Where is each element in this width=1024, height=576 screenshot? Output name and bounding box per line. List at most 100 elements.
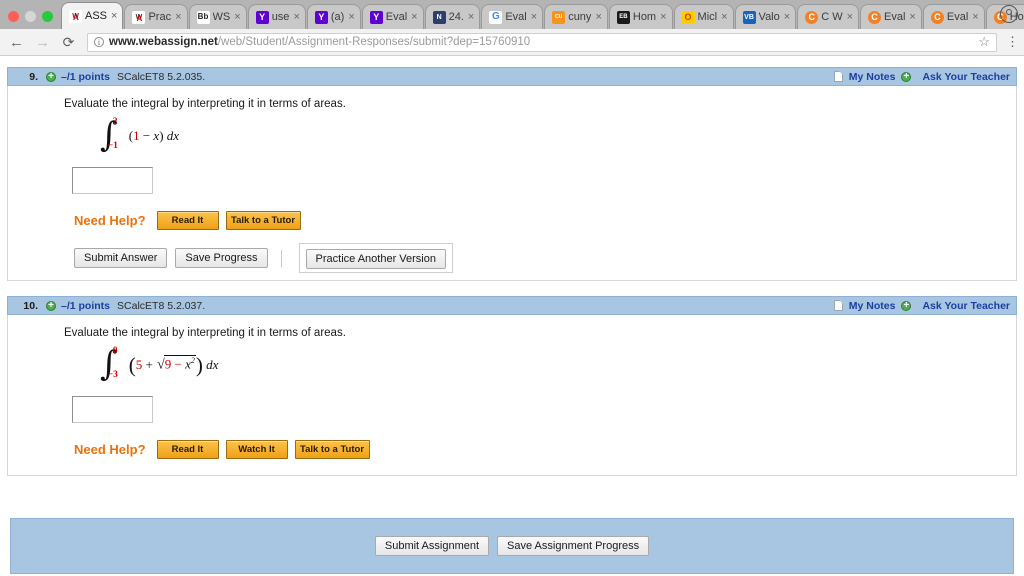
question-code: SCalcET8 5.2.035. xyxy=(117,70,206,83)
paren-open: ( xyxy=(128,352,136,377)
dark-site-icon: EB xyxy=(616,10,630,24)
answer-input-9[interactable] xyxy=(72,167,153,194)
url-path: /web/Student/Assignment-Responses/submit… xyxy=(217,36,531,48)
question-number: 9. xyxy=(29,70,38,83)
tab-close-icon[interactable]: × xyxy=(595,11,601,23)
browser-tab-cuny[interactable]: CU cuny × xyxy=(544,4,608,29)
answer-input-10[interactable] xyxy=(72,396,153,423)
window-controls xyxy=(6,11,61,29)
differential: dx xyxy=(166,128,180,143)
watch-it-button[interactable]: Watch It xyxy=(225,440,288,459)
browser-tab-valore[interactable]: VB Valo × xyxy=(734,4,797,29)
tab-close-icon[interactable]: × xyxy=(175,11,181,23)
need-help-row-9: Need Help? Read It Talk to a Tutor xyxy=(74,211,1016,230)
save-assignment-progress-button[interactable]: Save Assignment Progress xyxy=(497,536,650,556)
integral-lower-limit: −3 xyxy=(107,370,118,380)
browser-tab-yahoo-2[interactable]: Y (a) × xyxy=(306,4,361,29)
tab-title: Prac xyxy=(148,11,172,23)
browser-tab-blackboard[interactable]: Bb WS × xyxy=(188,4,247,29)
tab-title: C W xyxy=(821,11,843,23)
bookmark-star-icon[interactable]: ☆ xyxy=(978,34,990,50)
minimize-window-button[interactable] xyxy=(25,11,36,22)
question-spacer xyxy=(0,281,1024,296)
browser-tab-chegg-1[interactable]: C C W × xyxy=(797,4,860,29)
tab-title: Valo xyxy=(758,11,780,23)
browser-tab-numerade[interactable]: N 24. × xyxy=(424,4,481,29)
ask-your-teacher-link[interactable]: Ask Your Teacher xyxy=(922,300,1010,312)
back-icon[interactable]: ← xyxy=(8,35,25,50)
tab-title: Eval xyxy=(385,11,408,23)
url-domain: www.webassign.net xyxy=(109,36,218,48)
save-progress-button[interactable]: Save Progress xyxy=(175,248,268,268)
browser-tab-chegg-3[interactable]: C Eval × xyxy=(922,4,985,29)
browser-tab-google[interactable]: G Eval × xyxy=(481,4,544,29)
address-bar-url: www.webassign.net/web/Student/Assignment… xyxy=(109,36,530,48)
browser-tab-yahoo-1[interactable]: Y use × xyxy=(247,4,306,29)
paren-close: ) xyxy=(159,128,164,143)
notes-page-icon[interactable] xyxy=(833,71,843,82)
my-notes-link[interactable]: My Notes xyxy=(849,71,896,83)
submit-assignment-button[interactable]: Submit Assignment xyxy=(374,536,490,556)
talk-to-a-tutor-button[interactable]: Talk to a Tutor xyxy=(225,211,301,230)
tab-close-icon[interactable]: × xyxy=(293,11,299,23)
browser-tab-practice[interactable]: W Prac × xyxy=(124,4,188,29)
tab-close-icon[interactable]: × xyxy=(468,11,474,23)
tab-close-icon[interactable]: × xyxy=(909,11,915,23)
tab-close-icon[interactable]: × xyxy=(784,11,790,23)
expand-plus-icon[interactable]: + xyxy=(46,71,56,82)
question-prompt: Evaluate the integral by interpreting it… xyxy=(64,327,346,339)
yahoo-icon: Y xyxy=(255,10,269,24)
submit-answer-button[interactable]: Submit Answer xyxy=(74,248,168,268)
profile-avatar-icon[interactable] xyxy=(1000,5,1018,23)
tab-close-icon[interactable]: × xyxy=(531,11,537,23)
tab-close-icon[interactable]: × xyxy=(111,10,117,22)
ask-your-teacher-link[interactable]: Ask Your Teacher xyxy=(922,71,1010,83)
forward-icon[interactable]: → xyxy=(34,35,51,50)
my-notes-link[interactable]: My Notes xyxy=(849,300,896,312)
question-block-10: 10. + –/1 points SCalcET8 5.2.037. My No… xyxy=(7,296,1017,476)
read-it-button[interactable]: Read It xyxy=(156,211,219,230)
reload-icon[interactable]: ⟳ xyxy=(60,35,77,49)
browser-tab-homework-dark[interactable]: EB Hom × xyxy=(608,4,673,29)
integral-expression-10: ∫ 0 −3 (5 + √9 − x2) dx xyxy=(100,346,1016,382)
browser-tab-yahoo-3[interactable]: Y Eval × xyxy=(361,4,424,29)
address-bar[interactable]: i www.webassign.net/web/Student/Assignme… xyxy=(87,32,997,52)
browser-tab-assignment[interactable]: W ASS × xyxy=(61,2,124,29)
tab-title: use xyxy=(271,11,290,23)
tab-close-icon[interactable]: × xyxy=(972,11,978,23)
expand-plus-icon[interactable]: + xyxy=(46,300,56,311)
tab-close-icon[interactable]: × xyxy=(411,11,417,23)
tab-close-icon[interactable]: × xyxy=(660,11,666,23)
tab-title: Hom xyxy=(632,11,657,23)
tab-close-icon[interactable]: × xyxy=(234,11,240,23)
tab-close-icon[interactable]: × xyxy=(847,11,853,23)
read-it-button[interactable]: Read It xyxy=(156,440,219,459)
google-icon: G xyxy=(489,10,503,24)
browser-tab-chegg-2[interactable]: C Eval × xyxy=(860,4,922,29)
close-window-button[interactable] xyxy=(8,11,19,22)
browser-window: W ASS × W Prac × Bb WS × Y use × Y (a) ×… xyxy=(0,0,1024,576)
ask-teacher-plus-icon[interactable]: + xyxy=(901,300,912,311)
radicand-operator: − xyxy=(174,356,182,372)
question-body-9: Evaluate the integral by interpreting it… xyxy=(7,86,1017,281)
tab-close-icon[interactable]: × xyxy=(348,11,354,23)
ask-teacher-plus-icon[interactable]: + xyxy=(901,71,912,82)
vb-icon: VB xyxy=(742,10,756,24)
integral-upper-limit: 2 xyxy=(112,117,118,127)
practice-another-version-button[interactable]: Practice Another Version xyxy=(305,249,446,269)
notes-page-icon[interactable] xyxy=(833,300,843,311)
question-header-10: 10. + –/1 points SCalcET8 5.2.037. My No… xyxy=(7,296,1017,315)
browser-menu-icon[interactable]: ⋮ xyxy=(1006,35,1019,48)
browser-tab-microsoft[interactable]: O Micl × xyxy=(673,4,734,29)
tab-title: ASS xyxy=(85,10,108,22)
question-header-actions: My Notes + Ask Your Teacher xyxy=(833,300,1010,312)
radicand-constant: 9 xyxy=(164,356,172,372)
practice-another-version-wrap: Practice Another Version xyxy=(298,243,453,273)
tab-close-icon[interactable]: × xyxy=(721,11,727,23)
talk-to-a-tutor-button[interactable]: Talk to a Tutor xyxy=(294,440,370,459)
maximize-window-button[interactable] xyxy=(42,11,53,22)
chegg-icon: C xyxy=(805,10,819,24)
site-info-icon[interactable]: i xyxy=(94,37,104,47)
cuny-icon: CU xyxy=(552,10,566,24)
tab-title: 24. xyxy=(448,11,464,23)
